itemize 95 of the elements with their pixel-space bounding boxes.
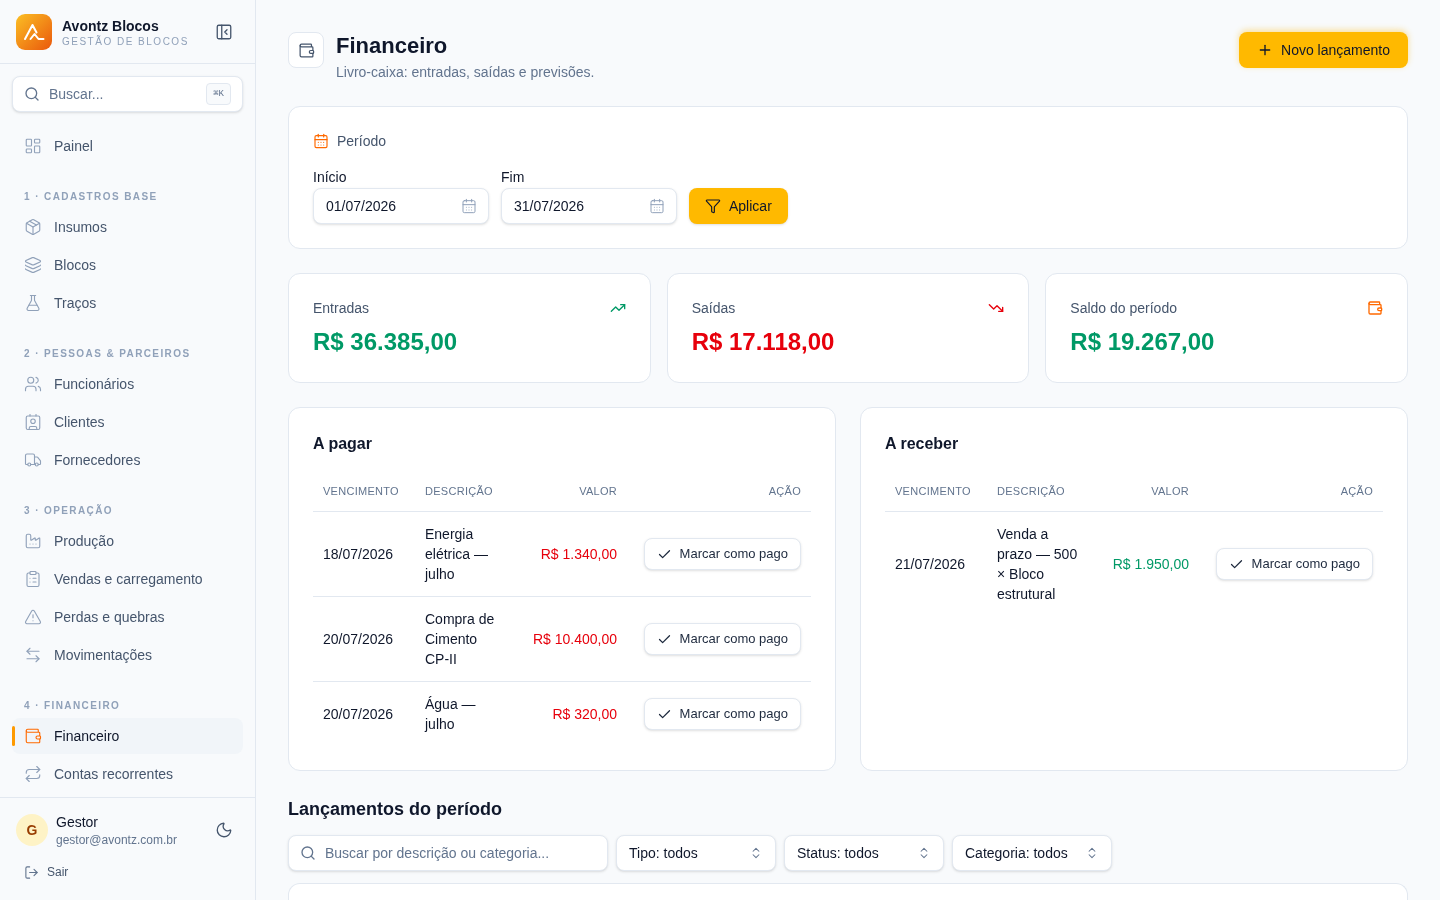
calendar-icon bbox=[649, 198, 665, 214]
clipboard-icon bbox=[24, 570, 42, 588]
date-field[interactable]: 31/07/2026 bbox=[501, 188, 677, 224]
column-header: AÇÃO bbox=[768, 484, 801, 500]
table-cell-text: R$ 1.950,00 bbox=[1112, 555, 1189, 574]
user-email: gestor@avontz.com.br bbox=[56, 832, 178, 848]
sidebar-item[interactable]: Contas recorrentes bbox=[12, 756, 243, 792]
stat-label: Saldo do período bbox=[1070, 299, 1177, 318]
new-entry-button[interactable]: Novo lançamento bbox=[1239, 32, 1408, 68]
sidebar-item[interactable]: Vendas e carregamento bbox=[12, 561, 243, 597]
section-heading: 1 · CADASTROS BASE bbox=[23, 190, 159, 204]
wallet-icon bbox=[24, 727, 42, 745]
calendar-icon bbox=[313, 133, 329, 149]
wallet-icon bbox=[297, 41, 315, 59]
sidebar-item[interactable]: Fornecedores bbox=[12, 442, 243, 478]
sidebar-item[interactable]: Movimentações bbox=[12, 637, 243, 673]
users-icon bbox=[24, 375, 42, 393]
table-cell-text: R$ 10.400,00 bbox=[532, 630, 617, 649]
logo-icon bbox=[16, 13, 52, 50]
date-field[interactable]: 01/07/2026 bbox=[313, 188, 489, 224]
layout-grid-icon bbox=[24, 137, 42, 155]
factory-icon bbox=[24, 532, 42, 550]
repeat-icon bbox=[24, 765, 42, 783]
sidebar-item[interactable]: Produção bbox=[12, 523, 243, 559]
apply-button[interactable]: Aplicar bbox=[689, 188, 788, 224]
sidebar-item[interactable]: Financeiro bbox=[12, 718, 243, 754]
table-cell-text: R$ 320,00 bbox=[552, 705, 617, 724]
sidebar-item[interactable]: Funcionários bbox=[12, 366, 243, 402]
truck-icon bbox=[24, 451, 42, 469]
table-cell: 21/07/2026 bbox=[895, 556, 966, 572]
field-label: Fim bbox=[501, 168, 526, 187]
left-right-arrows-icon bbox=[24, 646, 42, 664]
sidebar-item[interactable]: Blocos bbox=[12, 247, 243, 283]
brand-tagline: GESTÃO DE BLOCOS bbox=[62, 35, 190, 48]
contact-card-icon bbox=[24, 413, 42, 431]
sidebar-item[interactable]: Traços bbox=[12, 285, 243, 321]
brand-name: Avontz Blocos bbox=[62, 16, 160, 35]
section-heading: 3 · OPERAÇÃO bbox=[23, 503, 115, 518]
mark-paid-button[interactable]: Marcar como pago bbox=[643, 623, 801, 655]
user-avatar: G bbox=[16, 814, 48, 846]
column-header: AÇÃO bbox=[1340, 484, 1373, 500]
logout-icon bbox=[24, 864, 39, 880]
sidebar-item[interactable]: Painel bbox=[12, 128, 243, 164]
section-heading: 2 · PESSOAS & PARCEIROS bbox=[23, 347, 192, 361]
stat-label: Saídas bbox=[691, 299, 736, 318]
table-cell: 18/07/2026 bbox=[323, 546, 394, 562]
package-icon bbox=[24, 218, 42, 236]
table-cell-text: Compra de Cimento CP-II bbox=[425, 610, 496, 669]
shortcut-key: ⌘K bbox=[206, 83, 231, 105]
table-cell-text: R$ 1.340,00 bbox=[540, 545, 617, 564]
table-cell: 20/07/2026 bbox=[323, 631, 394, 647]
section-title: Lançamentos do período bbox=[288, 798, 504, 821]
filter-select[interactable]: Categoria: todos bbox=[952, 835, 1112, 871]
sidebar-item[interactable]: Perdas e quebras bbox=[12, 599, 243, 635]
user-name: Gestor bbox=[56, 813, 99, 832]
search-icon bbox=[300, 845, 316, 861]
filter-select[interactable]: Tipo: todos bbox=[616, 835, 776, 871]
filter-icon bbox=[705, 198, 721, 214]
mark-paid-button[interactable]: Marcar como pago bbox=[643, 698, 801, 730]
flask-icon bbox=[24, 294, 42, 312]
table-cell-text: Energia elétrica — julho bbox=[425, 525, 490, 584]
search-icon bbox=[24, 86, 40, 102]
column-header: DESCRIÇÃO bbox=[425, 484, 493, 500]
moon-icon[interactable] bbox=[215, 821, 233, 839]
layers-icon bbox=[24, 256, 42, 274]
warning-icon bbox=[24, 608, 42, 626]
stat-value: R$ 36.385,00 bbox=[313, 327, 459, 357]
period-title: Período bbox=[337, 132, 387, 151]
column-header: VALOR bbox=[579, 484, 617, 500]
filter-select[interactable]: Status: todos bbox=[784, 835, 944, 871]
card-title: A receber bbox=[885, 434, 960, 454]
column-header: VALOR bbox=[1151, 484, 1189, 500]
page-title: Financeiro bbox=[336, 32, 449, 60]
panel-left-icon[interactable] bbox=[215, 22, 233, 41]
table-cell-text: Água — julho bbox=[425, 695, 477, 734]
column-header: VENCIMENTO bbox=[895, 484, 971, 500]
section-heading: 4 · FINANCEIRO bbox=[23, 699, 122, 713]
field-label: Início bbox=[313, 168, 348, 187]
mark-paid-button[interactable]: Marcar como pago bbox=[643, 538, 801, 570]
calendar-icon bbox=[461, 198, 477, 214]
sidebar-item[interactable]: Insumos bbox=[12, 209, 243, 245]
page-subtitle: Livro-caixa: entradas, saídas e previsões. bbox=[336, 63, 595, 82]
search-field[interactable]: Buscar por descrição ou categoria... bbox=[288, 835, 608, 871]
column-header: VENCIMENTO bbox=[323, 484, 399, 500]
card-title: A pagar bbox=[313, 434, 373, 454]
stat-value: R$ 19.267,00 bbox=[1070, 327, 1216, 357]
sidebar-item[interactable]: Clientes bbox=[12, 404, 243, 440]
mark-paid-button[interactable]: Marcar como pago bbox=[1215, 548, 1373, 580]
stat-value: R$ 17.118,00 bbox=[691, 327, 836, 357]
wallet-icon bbox=[1367, 300, 1383, 316]
table-cell-text: Venda a prazo — 500 × Bloco estrutural bbox=[997, 525, 1079, 604]
table-cell: 20/07/2026 bbox=[323, 706, 394, 722]
stat-label: Entradas bbox=[313, 299, 370, 318]
column-header: DESCRIÇÃO bbox=[997, 484, 1065, 500]
logout-button[interactable]: Sair bbox=[24, 864, 69, 880]
